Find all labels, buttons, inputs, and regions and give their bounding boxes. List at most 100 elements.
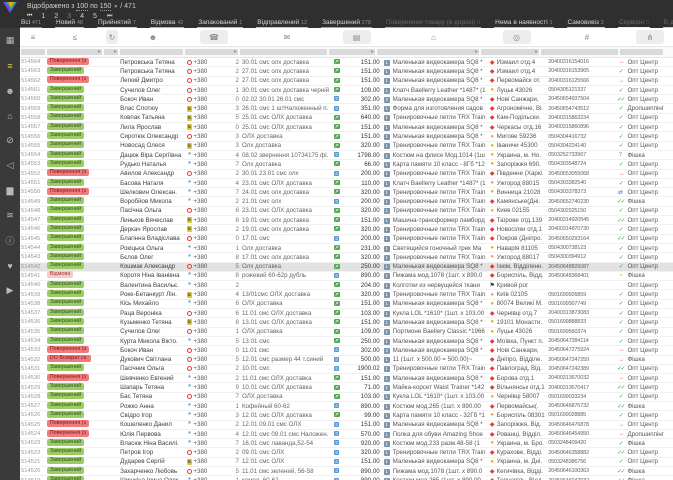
status-badge[interactable]: Завершений: [46, 66, 104, 76]
client-phone[interactable]: +380: [193, 198, 227, 205]
delivery-location[interactable]: Рованці, Відділ.: [497, 431, 549, 438]
product-name[interactable]: Маленькая видеокамера SQ8 *: [393, 458, 488, 465]
order-comment[interactable]: 17.01 смс: [242, 235, 331, 242]
product-name[interactable]: Тренировочные петли TRX Train: [393, 365, 488, 372]
table-row[interactable]: 514538 Завершений Кісь Михайло * +380 6 ОЛХ до…: [20, 299, 673, 310]
delivery-location[interactable]: Наварія 81105: [497, 245, 549, 252]
status-badge[interactable]: Завершений: [46, 299, 104, 308]
product-name[interactable]: Маленькая видеокамера SQ8 *: [393, 124, 488, 131]
status-filter-icon[interactable]: ≤: [68, 33, 82, 42]
client-phone[interactable]: +380: [193, 449, 227, 456]
client-name[interactable]: Захарченко Любовь: [120, 468, 185, 475]
product-name[interactable]: Маленькая видеокамера SQ8 *: [393, 375, 488, 382]
settings-sliders-icon[interactable]: ≋: [0, 203, 20, 228]
order-comment[interactable]: рожевий 60-62р дубль: [242, 272, 331, 279]
delivery-location[interactable]: Нові Санжари,: [497, 96, 549, 103]
tracking-number[interactable]: 0501699028885: [548, 412, 613, 418]
client-phone[interactable]: +380: [193, 189, 227, 196]
client-phone[interactable]: +380: [193, 319, 227, 326]
delivery-location[interactable]: Чернівці 58007: [497, 393, 549, 400]
delivery-location[interactable]: Моївка, Пункт п.: [497, 338, 549, 345]
product-name[interactable]: Тренировочные петли TRX Train: [393, 198, 488, 205]
tracking-number[interactable]: 20400316154016: [548, 59, 613, 65]
client-phone[interactable]: +380: [193, 291, 227, 298]
table-row[interactable]: 514524 Повернення (з Юлія Первова * +380 4 12.…: [20, 429, 673, 440]
table-row[interactable]: 514557 Завершений Лила Ярослав lc +380 0 25.01…: [20, 122, 673, 133]
delivery-location[interactable]: 80074 Великі М.: [497, 300, 549, 307]
table-row[interactable]: 514532 DO Возврат ск. Дукович Світлана +380…: [20, 355, 673, 365]
status-badge[interactable]: Завершений: [46, 438, 104, 448]
client-phone[interactable]: +380: [193, 356, 227, 363]
shop-icon[interactable]: ⌂: [0, 103, 20, 128]
status-badge[interactable]: Завершений: [46, 178, 104, 188]
tracking-number[interactable]: 20450654743512: [548, 106, 613, 112]
table-row[interactable]: 514549 Завершений Воробйов Микола * +380 2 21.…: [20, 197, 673, 207]
status-badge[interactable]: Завершений: [46, 225, 104, 234]
tracking-number[interactable]: 20450646454950: [548, 431, 613, 437]
column-filter-input[interactable]: ▼: [377, 49, 479, 55]
order-comment[interactable]: 12.01 09.01 смс ОЛХ: [242, 421, 331, 428]
client-phone[interactable]: +380: [193, 207, 227, 214]
product-name[interactable]: Тренировочные петли TRX Train: [393, 449, 488, 456]
table-row[interactable]: 514527 Завершений Рожко Анна * +380 1 Кофейный…: [20, 401, 673, 412]
table-row[interactable]: 514564 Повернення (з Петровська Тетяна +380…: [20, 57, 673, 68]
order-comment[interactable]: 30.01 23.01 смс олх: [242, 170, 331, 177]
client-name[interactable]: Курта Микола Вікто.: [120, 338, 185, 345]
tracking-number[interactable]: 0501699926859: [548, 292, 613, 298]
client-name[interactable]: Шапарь Тетяна: [120, 384, 185, 391]
client-name[interactable]: Сиротюк Олександр: [120, 133, 185, 140]
product-name[interactable]: Карта памяти 10 класс - 32Гб *1: [393, 412, 488, 419]
status-badge[interactable]: Повернення (з: [46, 373, 104, 383]
tracking-number[interactable]: 0503248386756: [548, 459, 613, 465]
product-name[interactable]: Маленькая видеокамера SQ8 *: [393, 59, 488, 66]
client-name[interactable]: Влас Слотюу: [120, 105, 185, 112]
delivery-location[interactable]: Киев 02155: [497, 207, 549, 214]
tracking-number[interactable]: 20400313873083: [548, 310, 613, 316]
order-comment[interactable]: Олх доставка: [242, 142, 331, 149]
table-row[interactable]: 514562 Повернення (з Легкий Дмитро +380 2 27.…: [20, 76, 673, 86]
product-name[interactable]: Кукла LOL *1610* (1шт. x 103.00: [393, 310, 488, 317]
status-badge[interactable]: Завершений: [46, 141, 104, 150]
stats-chart-icon[interactable]: ▆: [0, 178, 20, 203]
delivery-location[interactable]: Украина, м. Бро.: [497, 440, 549, 447]
product-name[interactable]: Пижама мод.1078 (1шт. x 890.0: [393, 468, 488, 475]
delivery-location[interactable]: Новосілки отд.1: [497, 226, 549, 233]
client-name[interactable]: Раца Вероніка: [120, 310, 185, 317]
delivery-location[interactable]: Павлоград, Від.: [497, 365, 549, 372]
table-row[interactable]: 514540 Завершений Валентина Васильє. * +380 2…: [20, 280, 673, 291]
order-comment[interactable]: ОЛХ доставка: [242, 300, 331, 307]
megaphone-icon[interactable]: ◁: [0, 153, 20, 178]
status-badge[interactable]: Завершений: [46, 234, 104, 243]
client-phone[interactable]: +380: [193, 421, 227, 428]
client-phone[interactable]: +380: [193, 142, 227, 149]
order-comment[interactable]: 11.01 смс ОЛХ доставка: [242, 375, 331, 382]
delivery-location[interactable]: Іваничи 45300: [497, 142, 549, 149]
promo-tag-icon[interactable]: ⊘: [0, 128, 20, 153]
client-icon[interactable]: ☻: [146, 33, 160, 42]
delivery-location[interactable]: Кегичівка, Відді.: [497, 468, 549, 475]
table-row[interactable]: 514546 Завершений Деркач Ярослав lc +380 2 19.…: [20, 225, 673, 235]
column-filter-input[interactable]: ▼: [329, 49, 375, 55]
status-badge[interactable]: Завершений: [46, 104, 104, 113]
order-comment[interactable]: ОЛХ доставка: [242, 393, 331, 400]
order-comment[interactable]: 13/01смс ОЛХ доставка: [242, 291, 331, 298]
client-name[interactable]: Новосад Олеся: [120, 142, 185, 149]
table-row[interactable]: 514545 Завершений Благінна Владіслава +380 0…: [20, 234, 673, 244]
tracking-number[interactable]: 20400314870730: [548, 226, 613, 232]
status-badge[interactable]: Завершений: [46, 243, 104, 253]
table-row[interactable]: 514563 Завершений Петровська Тетяна +380 2 27…: [20, 66, 673, 77]
table-row[interactable]: 514530 Повернення (з Шевченко Евгений * +380…: [20, 373, 673, 384]
tracking-number[interactable]: 20400314920545: [548, 217, 613, 223]
tracking-number-icon[interactable]: #: [580, 33, 594, 42]
product-name[interactable]: Машина-трансформер ламборд: [393, 217, 488, 224]
delivery-location[interactable]: Кам-Подільски.: [497, 114, 549, 121]
product-name[interactable]: Пижама мод.1078 (1шт. x 890.0: [393, 272, 488, 279]
table-row[interactable]: 514521 Завершений Дударев Сергій lc +380 7 12.…: [20, 457, 673, 468]
product-name[interactable]: Кукла LOL *1610* (1шт. x 103.00: [393, 393, 488, 400]
client-name[interactable]: Петровська Тетяна: [120, 59, 185, 66]
client-name[interactable]: Коротя Ніна Іванівна: [120, 272, 185, 279]
tracking-number[interactable]: 20450647275924: [548, 347, 613, 353]
tracking-number[interactable]: 20450647242389: [548, 366, 613, 372]
table-row[interactable]: 514533 Повернення (з Бокоч Иван +380 0 11.01 …: [20, 345, 673, 356]
tracking-number[interactable]: 0504302925150: [548, 208, 613, 214]
